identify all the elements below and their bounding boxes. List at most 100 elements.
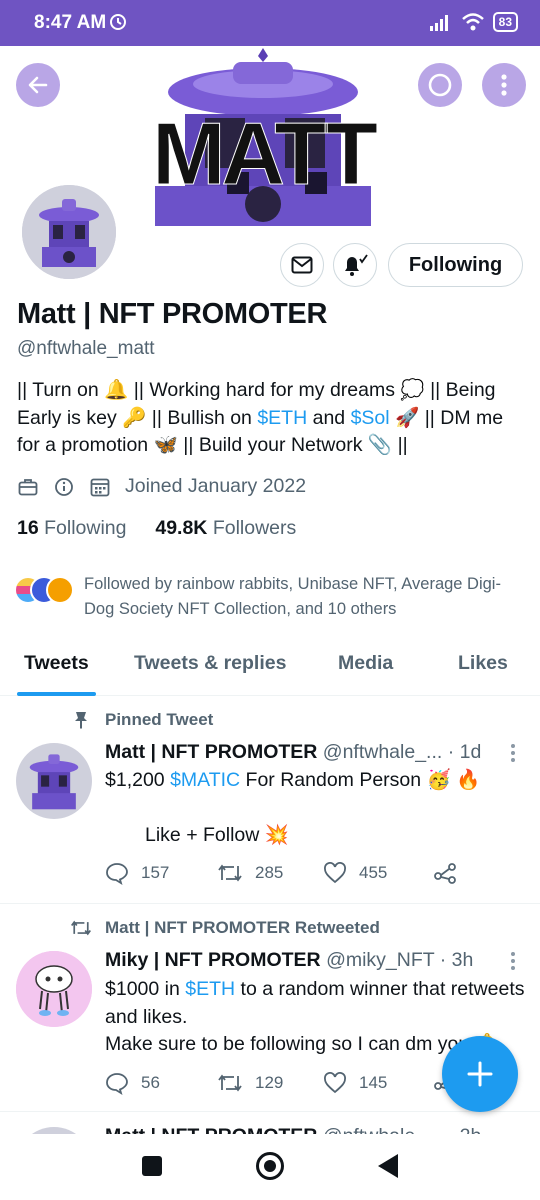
back-button[interactable] (16, 63, 60, 107)
wifi-icon (461, 13, 484, 31)
retweeted-icon (71, 920, 91, 936)
bio-text-2: and (307, 406, 351, 429)
like-count: 145 (359, 1073, 388, 1092)
following-link[interactable]: 16 Following (17, 517, 127, 539)
tab-media[interactable]: Media (338, 652, 393, 675)
reply-button[interactable]: 56 (105, 1071, 217, 1095)
follow-counts: 16 Following 49.8K Followers (17, 517, 296, 540)
status-time: 8:47 AM (34, 12, 107, 33)
tweet-more-icon[interactable] (508, 742, 518, 764)
signal-icon (429, 15, 448, 31)
pin-icon (75, 712, 87, 729)
tweet-avatar-image (16, 743, 92, 819)
tweet-context: Matt | NFT PROMOTER Retweeted (105, 918, 380, 937)
alarm-icon (110, 14, 126, 30)
home-button[interactable] (256, 1152, 284, 1180)
heart-icon (324, 862, 346, 884)
tab-likes[interactable]: Likes (458, 652, 508, 675)
tweet-time: · 1d (447, 741, 482, 763)
retweet-icon (218, 864, 242, 882)
retweet-button[interactable]: 129 (217, 1071, 323, 1095)
bio-link-sol[interactable]: $Sol (351, 407, 390, 429)
message-button[interactable] (280, 243, 324, 287)
tab-tweets-replies[interactable]: Tweets & replies (134, 652, 286, 675)
joined-date: Joined January 2022 (125, 475, 307, 497)
more-options-button[interactable] (482, 63, 526, 107)
reply-button[interactable]: 157 (105, 861, 217, 885)
retweet-count: 285 (255, 863, 284, 882)
followers-label: Followers (212, 517, 297, 539)
more-vertical-icon (501, 74, 507, 96)
follower-avatar-3 (46, 576, 74, 604)
reply-icon (106, 863, 128, 885)
tweet-avatar[interactable] (16, 951, 92, 1027)
share-button[interactable] (433, 861, 469, 885)
status-bar: 8:47 AM 83 (0, 0, 540, 46)
arrow-left-icon (28, 76, 48, 94)
battery-indicator: 83 (492, 12, 518, 32)
reply-count: 56 (141, 1073, 160, 1092)
followers-count: 49.8K (155, 517, 208, 539)
compose-tweet-button[interactable] (442, 1036, 518, 1112)
like-button[interactable]: 455 (323, 861, 433, 885)
reply-icon (106, 1073, 128, 1095)
notifications-button[interactable] (333, 243, 377, 287)
tweet-text-b: For Random Person 🥳 🔥 (240, 769, 481, 791)
tweet-avatar-image (16, 951, 92, 1027)
retweet-count: 129 (255, 1073, 284, 1092)
retweet-icon (218, 1074, 242, 1092)
profile-screen: 8:47 AM 83 MATT Following Matt | NFT PRO… (0, 0, 540, 1200)
profile-tabs: Tweets Tweets & replies Media Likes (0, 640, 540, 696)
search-icon (428, 73, 452, 97)
tweet-header: Matt | NFT PROMOTER @nftwhale_... · 1d (105, 741, 481, 764)
tweet-context: Pinned Tweet (105, 710, 214, 729)
mail-icon (291, 256, 313, 274)
profile-meta: Joined January 2022 (17, 475, 306, 498)
plus-icon (467, 1061, 493, 1087)
retweet-button[interactable]: 285 (217, 861, 323, 885)
search-button[interactable] (418, 63, 462, 107)
following-label: Following (44, 517, 127, 539)
followers-link[interactable]: 49.8K Followers (155, 517, 296, 539)
info-icon (53, 476, 75, 498)
tweet-text-a: $1,200 (105, 769, 171, 791)
like-button[interactable]: 145 (323, 1071, 433, 1095)
banner-title: MATT (152, 104, 377, 203)
like-count: 455 (359, 863, 388, 882)
tweet-link[interactable]: $ETH (185, 978, 235, 1000)
tweet-pinned[interactable]: Pinned Tweet Matt | NFT PROMOTER @nftwha… (0, 697, 540, 904)
briefcase-icon (17, 476, 39, 498)
following-count: 16 (17, 517, 39, 539)
tweet-actions: 56 129 145 (105, 1071, 469, 1095)
tweet-handle: @nftwhale_... (322, 741, 443, 763)
profile-name: Matt | NFT PROMOTER (17, 298, 328, 330)
profile-bio: || Turn on 🔔 || Working hard for my drea… (17, 377, 527, 460)
tweet-handle: @miky_NFT (326, 949, 435, 971)
avatar-image (22, 185, 116, 279)
bio-link-eth[interactable]: $ETH (257, 407, 307, 429)
tweet-header: Miky | NFT PROMOTER @miky_NFT · 3h (105, 949, 473, 972)
tweet-text: $1,200 $MATIC For Random Person 🥳 🔥 Like… (105, 767, 525, 849)
share-icon (434, 863, 456, 884)
heart-icon (324, 1072, 346, 1094)
tweet-text-c: Like + Follow 💥 (145, 823, 290, 846)
followed-by-text: Followed by rainbow rabbits, Unibase NFT… (84, 575, 501, 618)
recents-button[interactable] (142, 1156, 162, 1176)
profile-avatar[interactable] (18, 181, 120, 283)
tweet-more-icon[interactable] (508, 950, 518, 972)
calendar-icon (89, 476, 111, 498)
tab-active-indicator (17, 692, 96, 696)
tweet-author[interactable]: Matt | NFT PROMOTER (105, 741, 317, 763)
profile-handle: @nftwhale_matt (17, 338, 155, 359)
tweet-time: · 3h (439, 949, 474, 971)
reply-count: 157 (141, 863, 170, 882)
tweet-author[interactable]: Miky | NFT PROMOTER (105, 949, 321, 971)
tweet-link[interactable]: $MATIC (170, 769, 240, 791)
following-button[interactable]: Following (388, 243, 523, 287)
tweet-actions: 157 285 455 (105, 861, 469, 885)
tab-tweets[interactable]: Tweets (24, 652, 89, 675)
back-nav-button[interactable] (378, 1154, 398, 1178)
status-right: 83 (429, 12, 518, 32)
system-nav-bar (0, 1134, 540, 1200)
tweet-avatar[interactable] (16, 743, 92, 819)
